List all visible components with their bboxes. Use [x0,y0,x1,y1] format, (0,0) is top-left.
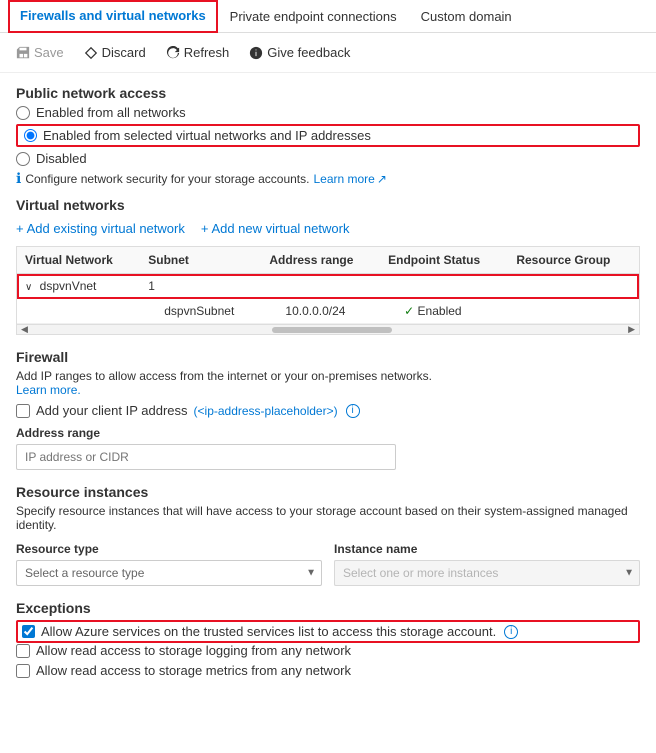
tab-firewalls[interactable]: Firewalls and virtual networks [8,0,218,33]
instance-name-select[interactable]: Select one or more instances [334,560,640,586]
firewall-info-tip[interactable]: i [346,404,360,418]
col-subnet: Subnet [140,247,261,274]
tab-private-endpoints[interactable]: Private endpoint connections [218,1,409,32]
scroll-left-arrow[interactable]: ◀ [21,324,28,335]
firewall-learn-more-link[interactable]: Learn more. [16,383,640,397]
table-row: dspvnSubnet 10.0.0.0/24 ✓ Enabled [17,299,639,324]
exception-item-logging: Allow read access to storage logging fro… [16,643,640,658]
resource-type-field: Resource type Select a resource type ▼ [16,542,322,586]
info-icon: ℹ [16,170,21,187]
save-button[interactable]: Save [8,41,72,64]
scroll-thumb[interactable] [272,327,392,333]
firewall-desc: Add IP ranges to allow access from the i… [16,369,640,397]
vnet-table-wrapper: Virtual Network Subnet Address range End… [16,246,640,335]
exception-item-trusted: Allow Azure services on the trusted serv… [16,620,640,643]
cell-rg-parent [508,274,639,299]
toolbar: Save Discard Refresh Give feedback [0,33,656,73]
external-link-icon: ↗ [377,172,387,186]
tab-custom-domain[interactable]: Custom domain [409,1,524,32]
virtual-networks-section: Virtual networks + Add existing virtual … [16,197,640,335]
exceptions-section: Exceptions Allow Azure services on the t… [16,600,640,678]
address-range-input[interactable] [16,444,396,470]
cell-address-parent [261,274,380,299]
cell-address-child: 10.0.0.0/24 [261,299,380,324]
public-network-title: Public network access [16,85,640,101]
resource-type-select-wrapper: Select a resource type ▼ [16,560,322,586]
give-feedback-button[interactable]: Give feedback [241,41,358,64]
tabs-bar: Firewalls and virtual networks Private e… [0,0,656,33]
radio-disabled[interactable]: Disabled [16,151,640,166]
cell-rg-child [508,299,639,324]
cell-subnet-parent: 1 [140,274,261,299]
resource-type-select[interactable]: Select a resource type [16,560,322,586]
content-area: Public network access Enabled from all n… [0,73,656,695]
refresh-button[interactable]: Refresh [158,41,238,64]
instance-name-field: Instance name Select one or more instanc… [334,542,640,586]
learn-more-link[interactable]: Learn more ↗ [313,172,386,186]
exception-info-tip[interactable]: i [504,625,518,639]
add-links: + Add existing virtual network + Add new… [16,221,640,236]
radio-selected-vnet: Enabled from selected virtual networks a… [16,124,640,147]
radio-enabled-selected-input[interactable] [24,129,37,142]
firewall-section: Firewall Add IP ranges to allow access f… [16,349,640,470]
refresh-icon [166,46,180,60]
address-range-field: Address range [16,426,640,470]
vnet-table: Virtual Network Subnet Address range End… [17,247,639,324]
col-address: Address range [261,247,380,274]
col-rg: Resource Group [508,247,639,274]
chevron-expand-icon[interactable]: ∨ [25,282,32,293]
instance-name-select-wrapper: Select one or more instances ▼ [334,560,640,586]
plus-icon-new: + [201,221,209,236]
table-row: ∨ dspvnVnet 1 [17,274,639,299]
col-status: Endpoint Status [380,247,508,274]
public-network-section: Public network access Enabled from all n… [16,85,640,187]
check-icon: ✓ [404,304,414,318]
resource-fields: Resource type Select a resource type ▼ I… [16,542,640,586]
scroll-right-arrow[interactable]: ▶ [628,324,635,335]
cell-status-child: ✓ Enabled [380,299,508,324]
feedback-icon [249,46,263,60]
col-vnet: Virtual Network [17,247,140,274]
public-network-options: Enabled from all networks Enabled from s… [16,105,640,166]
discard-button[interactable]: Discard [76,41,154,64]
horizontal-scrollbar[interactable]: ◀ ▶ [17,324,639,334]
exceptions-title: Exceptions [16,600,640,616]
exception-trusted-checkbox[interactable] [22,625,35,638]
cell-subnet-child: dspvnSubnet [140,299,261,324]
client-ip-checkbox-row: Add your client IP address (<ip-address-… [16,403,640,418]
cell-vnet-parent: ∨ dspvnVnet [17,274,140,299]
cell-status-parent [380,274,508,299]
virtual-networks-title: Virtual networks [16,197,640,213]
exception-metrics-checkbox[interactable] [16,664,30,678]
add-new-vnet-link[interactable]: + Add new virtual network [201,221,350,236]
resource-instances-section: Resource instances Specify resource inst… [16,484,640,586]
save-icon [16,46,30,60]
exception-item-metrics: Allow read access to storage metrics fro… [16,663,640,678]
firewall-title: Firewall [16,349,640,365]
resource-instances-desc: Specify resource instances that will hav… [16,504,640,532]
radio-enabled-all-input[interactable] [16,106,30,120]
radio-enabled-all[interactable]: Enabled from all networks [16,105,640,120]
radio-disabled-input[interactable] [16,152,30,166]
cell-vnet-child [17,299,140,324]
ip-placeholder-text: (<ip-address-placeholder>) [194,404,338,418]
address-range-label: Address range [16,426,640,440]
resource-type-label: Resource type [16,542,322,556]
instance-name-label: Instance name [334,542,640,556]
info-row: ℹ Configure network security for your st… [16,170,640,187]
add-existing-vnet-link[interactable]: + Add existing virtual network [16,221,185,236]
resource-instances-title: Resource instances [16,484,640,500]
exception-logging-checkbox[interactable] [16,644,30,658]
plus-icon-existing: + [16,221,24,236]
client-ip-checkbox[interactable] [16,404,30,418]
discard-icon [84,46,98,60]
